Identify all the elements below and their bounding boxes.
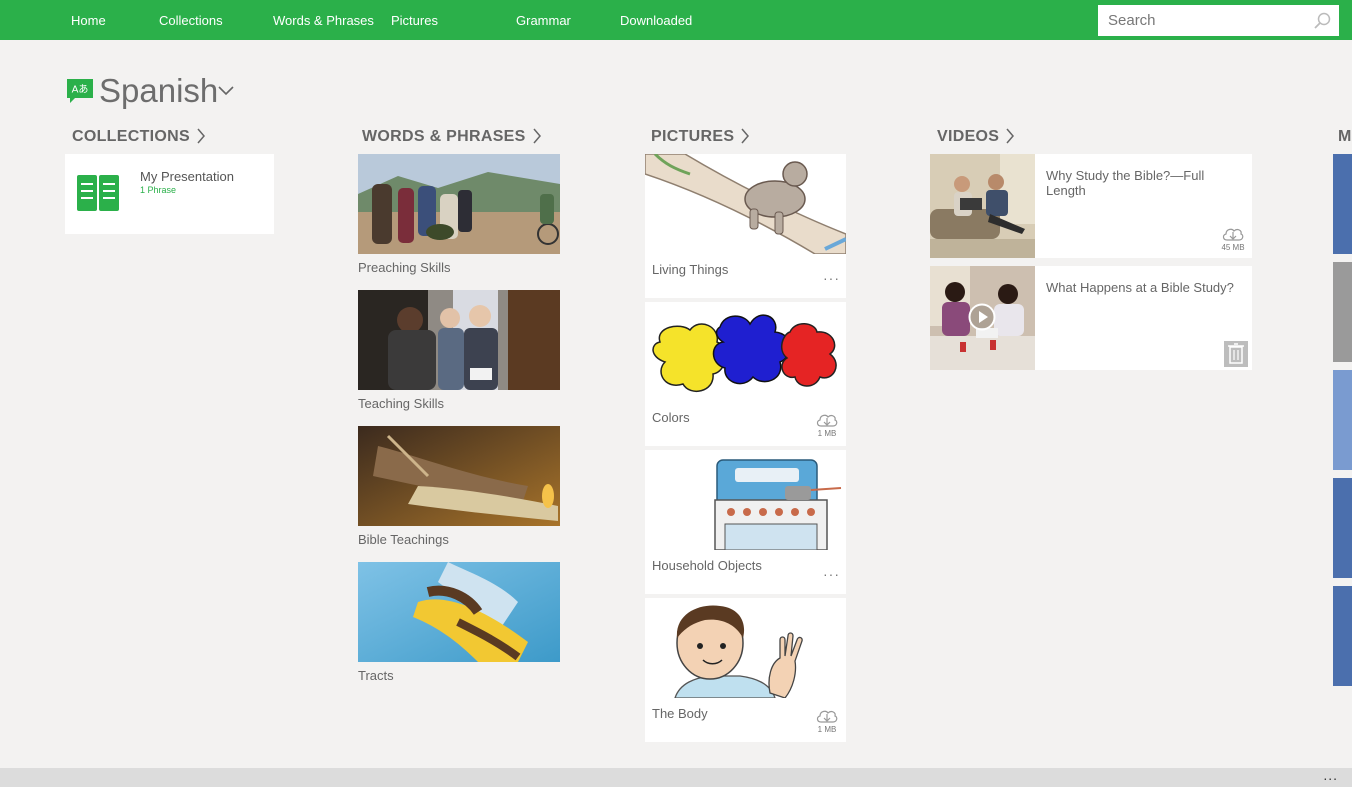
app-bar: ... — [0, 767, 1352, 787]
section-title: VIDEOS — [937, 128, 1000, 145]
wp-label: Bible Teachings — [358, 532, 449, 547]
section-title: PICTURES — [651, 128, 735, 145]
the-body-image — [645, 598, 846, 698]
app-bar-more-icon[interactable]: ... — [1323, 767, 1338, 783]
picture-tile-colors[interactable]: Colors 1 MB — [645, 302, 846, 446]
top-nav-bar: Home Collections Words & Phrases Picture… — [0, 0, 1352, 40]
video-title: Why Study the Bible?—Full Length — [1046, 168, 1205, 198]
peek-tile[interactable] — [1333, 478, 1352, 578]
preaching-image — [358, 154, 560, 254]
wp-tile-tracts[interactable]: Tracts — [358, 562, 561, 683]
colors-image — [645, 302, 846, 402]
language-icon-text: Aあ — [72, 84, 89, 96]
collection-count: 1 Phrase — [140, 185, 177, 195]
picture-label: Colors — [652, 410, 690, 425]
trash-icon — [1228, 343, 1244, 364]
chevron-right-icon — [1006, 128, 1015, 144]
section-header-words-phrases[interactable]: WORDS & PHRASES — [362, 128, 542, 146]
cloud-download-icon — [816, 710, 838, 723]
peek-tile[interactable] — [1333, 370, 1352, 470]
download-size: 1 MB — [817, 725, 837, 734]
video-title: What Happens at a Bible Study? — [1046, 280, 1234, 295]
wp-label: Tracts — [358, 668, 394, 683]
delete-button[interactable] — [1224, 341, 1248, 367]
more-options-icon[interactable]: ··· — [823, 567, 840, 581]
section-title: WORDS & PHRASES — [362, 128, 526, 145]
download-button[interactable]: 45 MB — [1220, 226, 1246, 252]
tracts-image — [358, 562, 560, 662]
section-header-collections[interactable]: COLLECTIONS — [72, 128, 206, 146]
chevron-down-icon[interactable] — [216, 83, 236, 97]
nav-pictures[interactable]: Pictures — [391, 13, 438, 28]
download-size: 45 MB — [1221, 243, 1245, 252]
nav-downloaded[interactable]: Downloaded — [620, 13, 692, 28]
more-options-icon[interactable]: ··· — [823, 271, 840, 285]
search-box — [1098, 5, 1339, 36]
peek-tile[interactable] — [1333, 586, 1352, 686]
cloud-download-icon — [816, 414, 838, 427]
download-size: 1 MB — [817, 429, 837, 438]
video-tile-what-happens[interactable]: What Happens at a Bible Study? — [930, 266, 1252, 370]
nav-home[interactable]: Home — [71, 13, 106, 28]
search-input[interactable] — [1098, 5, 1303, 36]
household-objects-image — [645, 450, 846, 550]
nav-collections[interactable]: Collections — [159, 13, 223, 28]
language-icon: Aあ — [67, 79, 93, 103]
picture-label: Living Things — [652, 262, 729, 277]
section-title: COLLECTIONS — [72, 128, 190, 145]
collection-name: My Presentation — [140, 169, 234, 184]
download-button[interactable]: 1 MB — [814, 708, 840, 734]
video-thumbnail — [930, 266, 1035, 370]
cloud-download-icon — [1222, 228, 1244, 241]
play-icon[interactable] — [968, 303, 996, 331]
wp-label: Teaching Skills — [358, 396, 444, 411]
bible-teachings-image — [358, 426, 560, 526]
video-tile-why-study[interactable]: Why Study the Bible?—Full Length 45 MB — [930, 154, 1252, 258]
chevron-right-icon — [741, 128, 750, 144]
section-header-pictures[interactable]: PICTURES — [651, 128, 750, 146]
peek-tile[interactable] — [1333, 262, 1352, 362]
wp-tile-teaching-skills[interactable]: Teaching Skills — [358, 290, 561, 411]
wp-tile-bible-teachings[interactable]: Bible Teachings — [358, 426, 561, 547]
wp-label: Preaching Skills — [358, 260, 451, 275]
video-thumbnail — [930, 154, 1035, 258]
language-title[interactable]: Spanish — [99, 72, 218, 110]
picture-tile-the-body[interactable]: The Body 1 MB — [645, 598, 846, 742]
download-button[interactable]: 1 MB — [814, 412, 840, 438]
picture-tile-household-objects[interactable]: Household Objects ··· — [645, 450, 846, 594]
collection-card[interactable]: My Presentation 1 Phrase — [65, 154, 274, 234]
nav-grammar[interactable]: Grammar — [516, 13, 571, 28]
wp-tile-preaching-skills[interactable]: Preaching Skills — [358, 154, 561, 275]
living-things-image — [645, 154, 846, 254]
chevron-right-icon — [197, 128, 205, 144]
nav-words-phrases[interactable]: Words & Phrases — [273, 13, 374, 28]
picture-label: Household Objects — [652, 558, 762, 573]
section-header-peek[interactable]: M — [1338, 128, 1351, 146]
search-icon[interactable] — [1313, 12, 1331, 30]
teaching-image — [358, 290, 560, 390]
book-icon — [77, 175, 119, 211]
chevron-right-icon — [533, 128, 541, 144]
picture-tile-living-things[interactable]: Living Things ··· — [645, 154, 846, 298]
picture-label: The Body — [652, 706, 708, 721]
peek-tile[interactable] — [1333, 154, 1352, 254]
section-header-videos[interactable]: VIDEOS — [937, 128, 1015, 146]
